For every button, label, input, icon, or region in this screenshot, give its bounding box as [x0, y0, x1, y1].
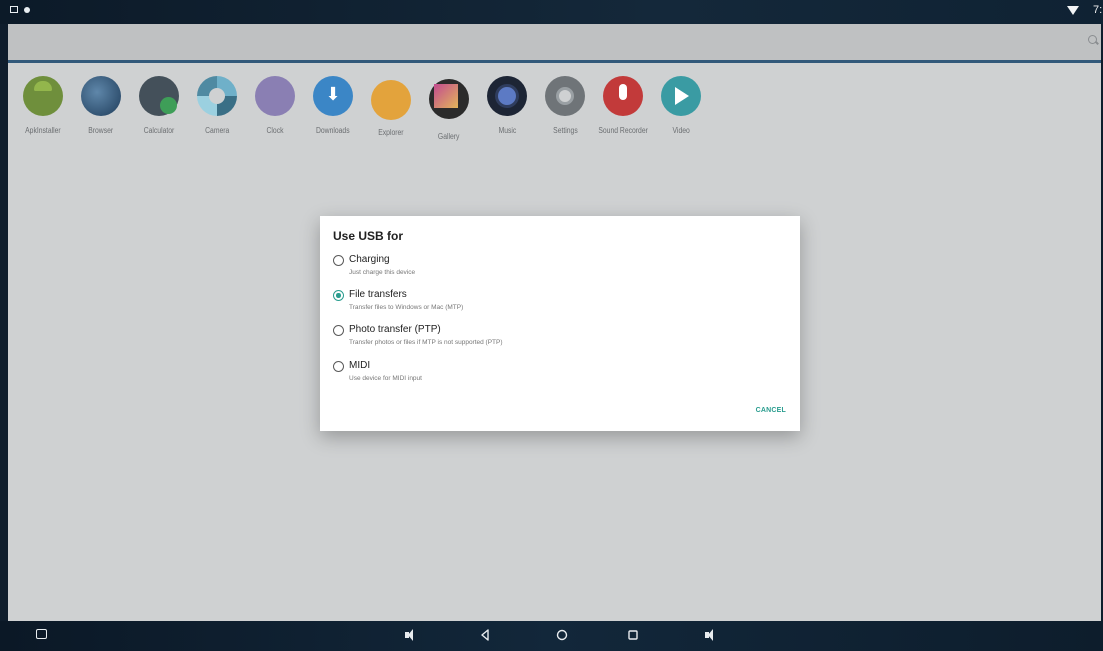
apk-installer-icon[interactable] [23, 76, 63, 116]
radio-file-transfers[interactable] [333, 290, 344, 301]
cancel-button[interactable]: CANCEL [756, 407, 786, 414]
app-label: ApkInstaller [25, 126, 61, 135]
app-apkinstaller[interactable]: ApkInstaller [14, 76, 72, 141]
music-icon[interactable] [487, 76, 527, 116]
app-label: Video [672, 126, 690, 135]
app-label: Browser [88, 126, 114, 135]
app-explorer[interactable]: Explorer [362, 76, 420, 141]
sound-recorder-icon[interactable] [603, 76, 643, 116]
radio-photo-transfer[interactable] [333, 325, 344, 336]
status-bar: 7: [0, 0, 1103, 24]
downloads-icon[interactable] [313, 76, 353, 116]
gallery-icon[interactable] [429, 79, 469, 119]
app-downloads[interactable]: Downloads [304, 76, 362, 141]
option-label: MIDI [349, 360, 371, 371]
camera-icon[interactable] [197, 76, 237, 116]
app-clock[interactable]: Clock [246, 76, 304, 141]
usb-mode-dialog: Use USB for Charging Just charge this de… [320, 216, 800, 431]
app-label: Gallery [438, 132, 460, 141]
wifi-icon [1067, 5, 1079, 15]
option-label: Photo transfer (PTP) [349, 324, 441, 335]
volume-up-icon[interactable] [703, 629, 717, 643]
option-label: Charging [349, 254, 390, 265]
app-grid: ApkInstaller Browser Calculator Camera C… [14, 76, 710, 141]
back-button[interactable] [478, 629, 492, 643]
option-description: Just charge this device [349, 269, 416, 276]
notification-dot-icon [24, 6, 30, 13]
home-icon [556, 629, 568, 641]
video-icon[interactable] [661, 76, 701, 116]
screenshot-notification-icon [10, 6, 18, 13]
option-description: Transfer photos or files if MTP is not s… [349, 339, 503, 346]
dialog-title: Use USB for [333, 229, 404, 243]
app-label: Calculator [143, 126, 175, 135]
app-browser[interactable]: Browser [72, 76, 130, 141]
app-sound-recorder[interactable]: Sound Recorder [594, 76, 652, 141]
app-label: Sound Recorder [598, 126, 648, 135]
app-music[interactable]: Music [478, 76, 536, 141]
app-label: Music [498, 126, 516, 135]
clock-icon[interactable] [255, 76, 295, 116]
option-description: Transfer files to Windows or Mac (MTP) [349, 304, 464, 311]
status-right: 7: [1067, 4, 1103, 16]
explorer-icon[interactable] [371, 80, 411, 120]
clock-time: 7: [1093, 4, 1103, 16]
search-icon[interactable] [1088, 35, 1097, 44]
screenshot-icon[interactable] [36, 629, 47, 639]
app-label: Clock [266, 126, 284, 135]
navigation-bar [0, 621, 1103, 651]
radio-charging[interactable] [333, 255, 344, 266]
app-video[interactable]: Video [652, 76, 710, 141]
app-label: Settings [552, 126, 578, 135]
settings-icon[interactable] [545, 76, 585, 116]
app-label: Downloads [316, 126, 350, 135]
recents-icon [628, 630, 638, 640]
recents-button[interactable] [626, 629, 640, 643]
notification-icons [10, 6, 30, 13]
app-label: Explorer [378, 128, 404, 137]
search-bar[interactable] [8, 24, 1101, 63]
app-gallery[interactable]: Gallery [420, 76, 478, 141]
radio-midi[interactable] [333, 361, 344, 372]
calculator-icon[interactable] [139, 76, 179, 116]
option-label: File transfers [349, 289, 407, 300]
browser-icon[interactable] [81, 76, 121, 116]
app-calculator[interactable]: Calculator [130, 76, 188, 141]
app-settings[interactable]: Settings [536, 76, 594, 141]
volume-down-icon[interactable] [403, 629, 417, 643]
app-camera[interactable]: Camera [188, 76, 246, 141]
option-description: Use device for MIDI input [349, 375, 422, 382]
home-button[interactable] [555, 629, 569, 643]
back-icon [481, 629, 489, 641]
app-label: Camera [204, 126, 230, 135]
